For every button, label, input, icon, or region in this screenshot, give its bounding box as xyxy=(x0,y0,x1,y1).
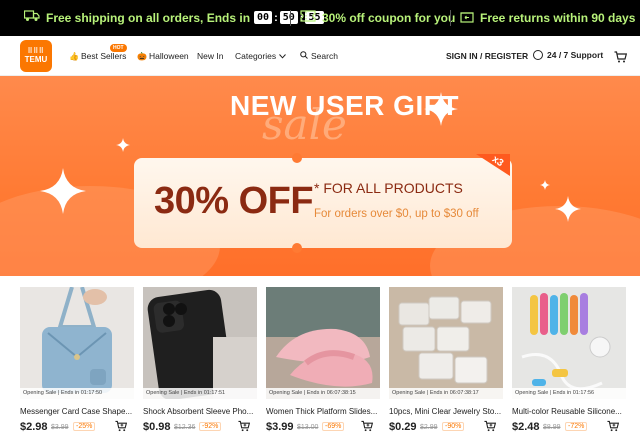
opening-sale-tag: Opening Sale | Ends in 06:07:38:15 xyxy=(266,388,380,399)
product-price: $0.29 xyxy=(389,421,417,433)
product-price: $0.98 xyxy=(143,421,171,433)
add-to-cart-icon[interactable] xyxy=(361,420,373,432)
coupon-scope: * FOR ALL PRODUCTS xyxy=(314,180,463,196)
product-price: $2.48 xyxy=(512,421,540,433)
free-shipping-text: Free shipping on all orders, Ends in xyxy=(46,10,251,25)
discount-badge: -90% xyxy=(442,422,465,431)
nav-search-label: Search xyxy=(311,51,338,61)
sparkle-icon xyxy=(424,92,458,126)
new-user-gift-banner[interactable]: sale NEW USER GIFT 30% OFF * FOR ALL PRO… xyxy=(0,76,640,276)
product-name[interactable]: Women Thick Platform Slides... xyxy=(266,407,384,416)
sparkle-icon xyxy=(116,138,130,152)
product-original-price: $13.00 xyxy=(297,424,319,431)
product-name[interactable]: Messenger Card Case Shape... xyxy=(20,407,138,416)
product-card[interactable]: Opening Sale | Ends in 06:07:38:15 Women… xyxy=(266,287,380,439)
nav-new-in-label: New In xyxy=(197,51,224,61)
add-to-cart-icon[interactable] xyxy=(484,420,496,432)
cart-icon[interactable] xyxy=(614,50,628,68)
timer-hours: 00 xyxy=(254,11,273,24)
timer-minutes: 50 xyxy=(279,11,298,24)
opening-sale-tag: Opening Sale | Ends in 01:17:50 xyxy=(20,388,134,399)
product-name[interactable]: 10pcs, Mini Clear Jewelry Sto... xyxy=(389,407,507,416)
product-grid: Opening Sale | Ends in 01:17:50 Messenge… xyxy=(20,287,640,439)
free-shipping-promo[interactable]: Free shipping on all orders, Ends in 00 … xyxy=(23,10,324,25)
nav-categories[interactable]: Categories xyxy=(235,51,286,61)
promo-divider xyxy=(450,10,451,26)
coupon-text: 30% off coupon for you xyxy=(322,10,456,25)
search-icon xyxy=(300,51,308,61)
product-original-price: $3.99 xyxy=(51,424,69,431)
product-price: $3.99 xyxy=(266,421,294,433)
sparkle-icon xyxy=(40,168,86,214)
truck-icon xyxy=(23,10,40,25)
discount-badge: -92% xyxy=(199,422,222,431)
product-image[interactable] xyxy=(512,287,626,399)
nav-categories-label: Categories xyxy=(235,51,277,61)
coupon-promo[interactable]: 30% off coupon for you xyxy=(300,10,455,25)
product-name[interactable]: Shock Absorbent Sleeve Pho... xyxy=(143,407,261,416)
nav-search[interactable]: Search xyxy=(300,51,338,61)
product-card[interactable]: Opening Sale | Ends in 06:07:38:17 10pcs… xyxy=(389,287,503,439)
product-original-price: $8.99 xyxy=(543,424,561,431)
chevron-down-icon xyxy=(279,51,286,61)
nav-halloween-label: Halloween xyxy=(148,51,189,61)
coupon-icon xyxy=(300,10,316,25)
product-image[interactable] xyxy=(389,287,503,399)
add-to-cart-icon[interactable] xyxy=(238,420,250,432)
product-card[interactable]: Opening Sale | Ends in 01:17:51 Shock Ab… xyxy=(143,287,257,439)
coupon-terms: For orders over $0, up to $30 off xyxy=(314,208,479,220)
opening-sale-tag: Opening Sale | Ends in 01:17:51 xyxy=(143,388,257,399)
product-price: $2.98 xyxy=(20,421,48,433)
pumpkin-icon: 🎃 xyxy=(137,51,147,61)
free-returns-promo[interactable]: Free returns within 90 days xyxy=(460,10,635,26)
product-card[interactable]: Opening Sale | Ends in 01:17:56 Multi-co… xyxy=(512,287,626,439)
product-original-price: $12.36 xyxy=(174,424,196,431)
temu-logo[interactable]: ⠿⠿⠿ TEMU xyxy=(20,40,52,72)
nav-halloween[interactable]: 🎃 Halloween xyxy=(137,51,189,61)
product-image[interactable] xyxy=(266,287,380,399)
logo-mark: ⠿⠿⠿ xyxy=(27,48,45,55)
nav-new-in[interactable]: New In xyxy=(197,51,223,61)
return-box-icon xyxy=(460,10,474,26)
sign-in-register-link[interactable]: SIGN IN / REGISTER xyxy=(446,51,528,61)
promo-divider xyxy=(290,10,291,26)
opening-sale-tag: Opening Sale | Ends in 01:17:56 xyxy=(512,388,626,399)
product-card[interactable]: Opening Sale | Ends in 01:17:50 Messenge… xyxy=(20,287,134,439)
add-to-cart-icon[interactable] xyxy=(115,420,127,432)
discount-badge: -69% xyxy=(322,422,345,431)
coupon-discount: 30% OFF xyxy=(154,180,314,222)
product-name[interactable]: Multi-color Reusable Silicone... xyxy=(512,407,630,416)
product-image[interactable] xyxy=(20,287,134,399)
sparkle-icon xyxy=(555,196,581,222)
hot-badge: HOT xyxy=(110,44,127,52)
free-returns-text: Free returns within 90 days xyxy=(480,11,636,25)
logo-text: TEMU xyxy=(24,55,48,64)
discount-coupon[interactable]: 30% OFF * FOR ALL PRODUCTS For orders ov… xyxy=(134,153,512,253)
discount-badge: -72% xyxy=(565,422,588,431)
nav-best-sellers-label: Best Sellers xyxy=(80,51,127,61)
product-original-price: $2.99 xyxy=(420,424,438,431)
add-to-cart-icon[interactable] xyxy=(607,420,619,432)
support-link[interactable]: 24 / 7 Support xyxy=(533,50,603,60)
support-label: 24 / 7 Support xyxy=(547,50,604,60)
sparkle-icon xyxy=(540,180,550,190)
discount-badge: -25% xyxy=(73,422,96,431)
thumbs-up-icon: 👍 xyxy=(69,51,79,61)
support-chat-icon xyxy=(533,50,543,60)
multiplier-badge xyxy=(476,154,510,176)
nav-best-sellers[interactable]: 👍 Best Sellers xyxy=(69,51,126,61)
opening-sale-tag: Opening Sale | Ends in 06:07:38:17 xyxy=(389,388,503,399)
promo-bar: Free shipping on all orders, Ends in 00 … xyxy=(0,0,640,36)
product-image[interactable] xyxy=(143,287,257,399)
